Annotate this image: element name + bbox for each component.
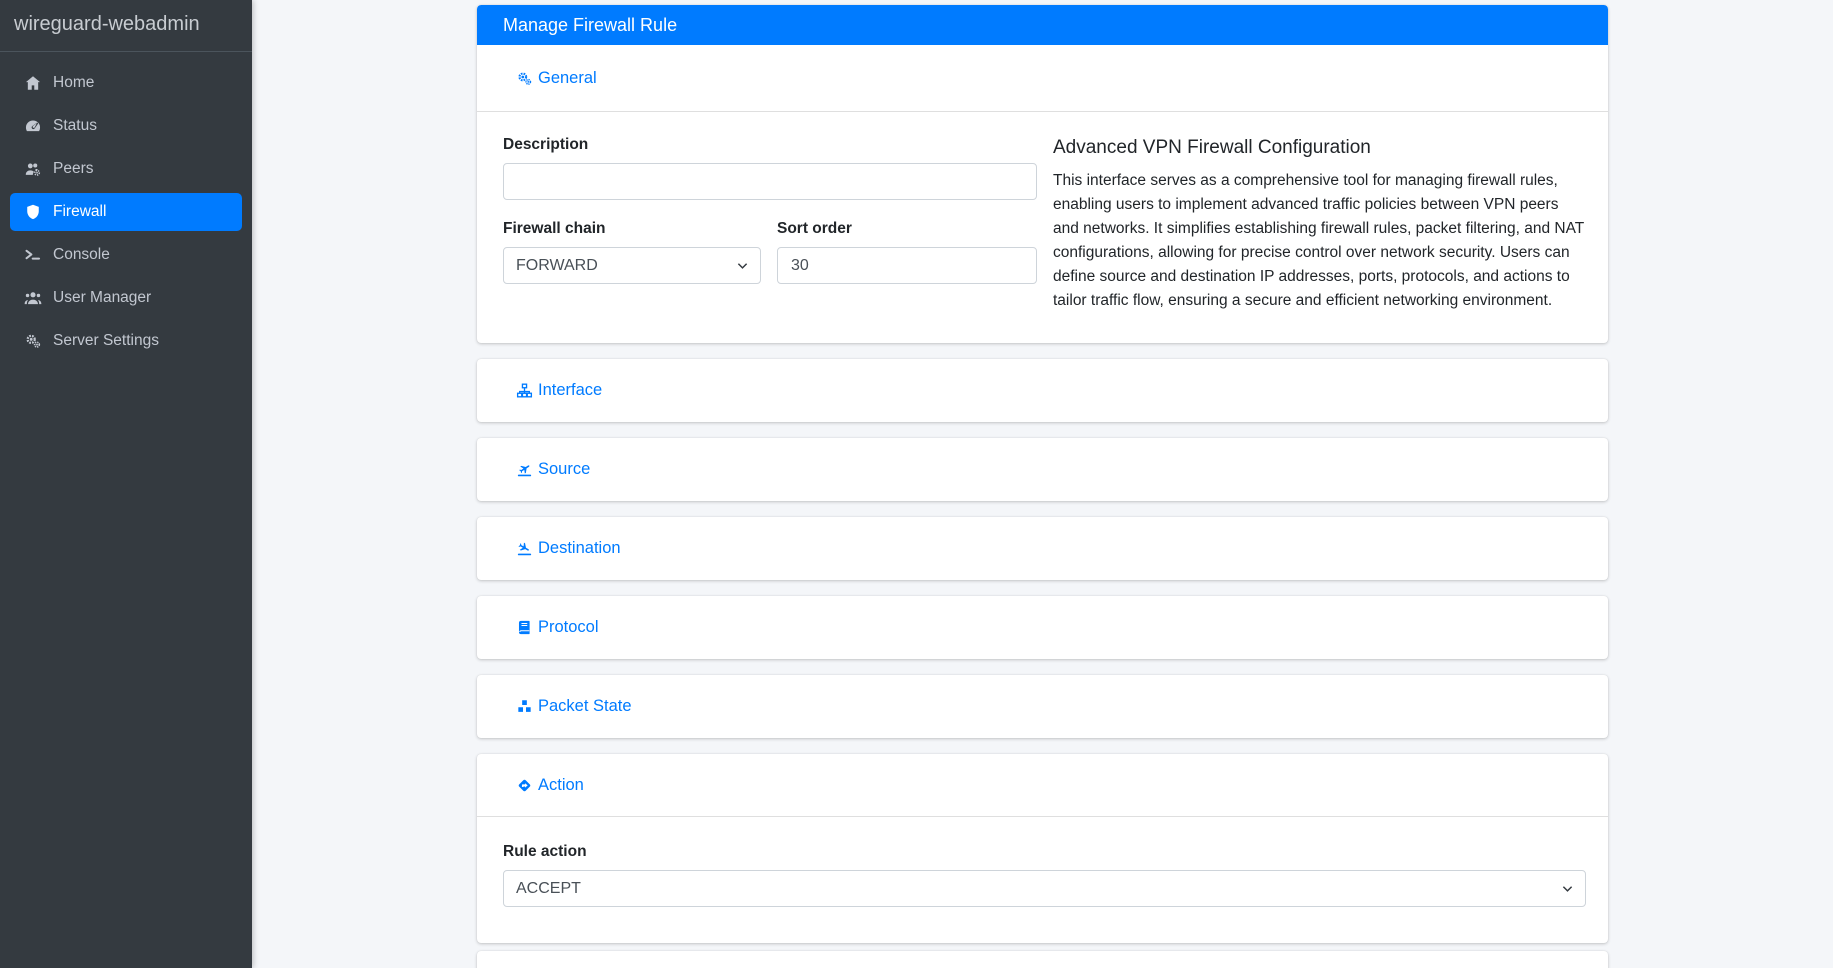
sidebar-item-label: Status [53, 117, 97, 135]
sidebar-nav: Home Status Peers Firewall Console User … [0, 52, 252, 360]
users-gear-icon [22, 160, 44, 178]
info-paragraph: This interface serves as a comprehensive… [1053, 169, 1586, 313]
directions-icon [516, 777, 533, 794]
description-label: Description [503, 136, 1037, 154]
section-header-destination: Destination [477, 517, 1608, 580]
home-icon [22, 74, 44, 92]
section-header-packet-state: Packet State [477, 675, 1608, 738]
action-section-link[interactable]: Action [516, 776, 584, 795]
sidebar-item-peers[interactable]: Peers [10, 150, 242, 188]
packet-state-section-card: Packet State [477, 675, 1608, 738]
book-icon [516, 619, 533, 636]
general-section-link[interactable]: General [516, 69, 597, 88]
sidebar: wireguard-webadmin Home Status Peers Fir… [0, 0, 252, 968]
sidebar-item-label: Home [53, 74, 94, 92]
interface-section-link[interactable]: Interface [516, 381, 602, 400]
main-content: Manage Firewall Rule General Description… [252, 0, 1833, 968]
manage-firewall-rule-card: Manage Firewall Rule General Description… [477, 5, 1608, 343]
sidebar-item-label: User Manager [53, 289, 151, 307]
general-form: Description Firewall chain FORWARD Sort … [503, 136, 1037, 343]
sidebar-item-status[interactable]: Status [10, 107, 242, 145]
rule-action-select[interactable]: ACCEPT [503, 870, 1586, 907]
action-section-card: Action Rule action ACCEPT [477, 754, 1608, 943]
info-heading: Advanced VPN Firewall Configuration [1053, 137, 1586, 159]
destination-section-link[interactable]: Destination [516, 539, 621, 558]
firewall-chain-select[interactable]: FORWARD [503, 247, 761, 284]
plane-departure-icon [516, 461, 533, 478]
action-section-body: Rule action ACCEPT [477, 817, 1608, 943]
shield-icon [22, 203, 44, 221]
next-section-card-peek [477, 951, 1608, 968]
sort-order-label: Sort order [777, 220, 1037, 238]
rule-action-label: Rule action [503, 843, 1586, 861]
sidebar-item-console[interactable]: Console [10, 236, 242, 274]
cubes-icon [516, 698, 533, 715]
cogs-icon [516, 70, 533, 87]
general-section-body: Description Firewall chain FORWARD Sort … [477, 112, 1608, 343]
card-header-title: Manage Firewall Rule [477, 5, 1608, 45]
chevron-down-icon [1562, 885, 1573, 893]
destination-section-card: Destination [477, 517, 1608, 580]
section-header-general: General [477, 45, 1608, 112]
chevron-down-icon [737, 262, 748, 270]
sidebar-item-user-manager[interactable]: User Manager [10, 279, 242, 317]
description-input[interactable] [503, 163, 1037, 200]
brand-title[interactable]: wireguard-webadmin [0, 0, 252, 52]
protocol-section-link[interactable]: Protocol [516, 618, 599, 637]
protocol-section-card: Protocol [477, 596, 1608, 659]
sitemap-icon [516, 382, 533, 399]
sidebar-item-home[interactable]: Home [10, 64, 242, 102]
source-section-link[interactable]: Source [516, 460, 590, 479]
cogs-icon [22, 332, 44, 350]
sidebar-item-label: Firewall [53, 203, 106, 221]
section-header-protocol: Protocol [477, 596, 1608, 659]
section-header-action: Action [477, 754, 1608, 817]
sidebar-item-server-settings[interactable]: Server Settings [10, 322, 242, 360]
sort-order-input[interactable] [777, 247, 1037, 284]
plane-arrival-icon [516, 540, 533, 557]
section-header-interface: Interface [477, 359, 1608, 422]
interface-section-card: Interface [477, 359, 1608, 422]
sidebar-item-firewall[interactable]: Firewall [10, 193, 242, 231]
info-panel: Advanced VPN Firewall Configuration This… [1053, 136, 1586, 343]
terminal-icon [22, 246, 44, 264]
section-header-source: Source [477, 438, 1608, 501]
gauge-icon [22, 117, 44, 135]
packet-state-section-link[interactable]: Packet State [516, 697, 632, 716]
sidebar-item-label: Server Settings [53, 332, 159, 350]
users-icon [22, 289, 44, 307]
sidebar-item-label: Console [53, 246, 110, 264]
firewall-chain-label: Firewall chain [503, 220, 761, 238]
sidebar-item-label: Peers [53, 160, 94, 178]
source-section-card: Source [477, 438, 1608, 501]
